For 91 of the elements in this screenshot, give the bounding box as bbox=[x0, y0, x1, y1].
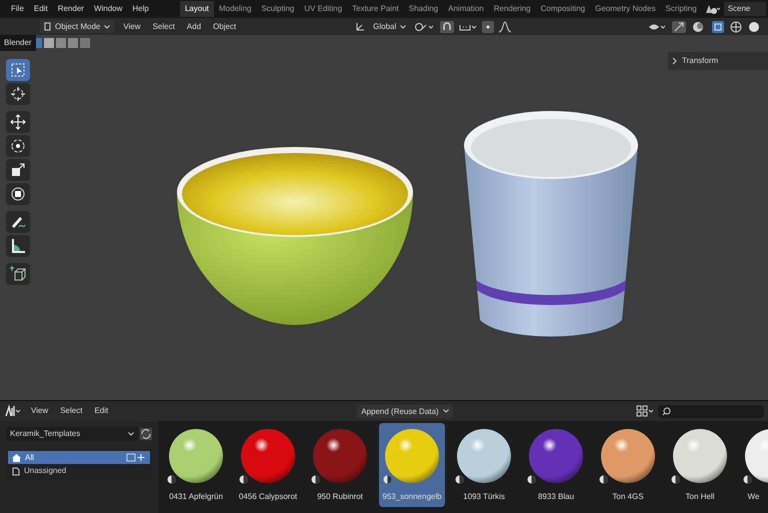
material-icon bbox=[455, 475, 464, 484]
material-icon bbox=[239, 475, 248, 484]
asset-name: 953_sonnengelb bbox=[382, 491, 442, 503]
scale-tool-icon[interactable] bbox=[6, 159, 30, 181]
asset-name: 0456 Calypsorot bbox=[238, 491, 298, 503]
measure-tool-icon[interactable] bbox=[6, 235, 30, 257]
add-cube-tool-icon[interactable] bbox=[6, 263, 30, 285]
home-icon bbox=[12, 454, 21, 462]
import-method-dropdown[interactable]: Append (Reuse Data) bbox=[357, 404, 453, 418]
menu-item[interactable]: Select bbox=[148, 20, 180, 32]
gizmo-icon[interactable] bbox=[672, 20, 686, 32]
magnet-icon[interactable] bbox=[440, 20, 454, 32]
menu-item[interactable]: Select bbox=[55, 405, 88, 417]
menu-item[interactable]: View bbox=[118, 20, 146, 32]
refresh-icon[interactable] bbox=[140, 428, 152, 440]
asset-name: 1093 Türkis bbox=[463, 491, 505, 503]
asset-name: 950 Rubinrot bbox=[317, 491, 363, 503]
solid-shading-icon[interactable] bbox=[748, 20, 760, 32]
annotate-tool-icon[interactable] bbox=[6, 211, 30, 233]
caret-icon bbox=[104, 24, 110, 28]
search-field[interactable] bbox=[658, 404, 764, 418]
catalog-item[interactable]: All bbox=[8, 451, 150, 464]
move-tool-icon[interactable] bbox=[6, 111, 30, 133]
asset-name: 0431 Apfelgrün bbox=[169, 491, 223, 503]
material-icon bbox=[311, 475, 320, 484]
menu-item[interactable]: Edit bbox=[89, 405, 114, 417]
library-dropdown[interactable]: Keramik_Templates bbox=[6, 427, 138, 441]
asset-tile[interactable]: Ton Hell bbox=[667, 423, 733, 507]
workspace-tab[interactable]: Rendering bbox=[488, 1, 536, 17]
workspace-tab[interactable]: Scripting bbox=[660, 1, 702, 17]
axes-icon[interactable] bbox=[355, 22, 366, 32]
asset-name: We bbox=[748, 491, 760, 503]
mode-dropdown[interactable]: Object Mode bbox=[40, 20, 114, 33]
workspace-tab[interactable]: Modeling bbox=[214, 1, 256, 17]
menu-item[interactable]: Window bbox=[88, 3, 128, 15]
asset-tile[interactable]: 1093 Türkis bbox=[451, 423, 517, 507]
workspace-tab[interactable]: Layout bbox=[180, 1, 214, 17]
asset-name: 8933 Blau bbox=[538, 491, 574, 503]
material-icon bbox=[743, 475, 752, 484]
chevron-icon[interactable] bbox=[672, 57, 678, 65]
menu-item[interactable]: View bbox=[26, 405, 54, 417]
asset-tile[interactable]: We bbox=[739, 423, 768, 507]
material-icon bbox=[599, 475, 608, 484]
material-icon bbox=[671, 475, 680, 484]
mode-icon bbox=[44, 22, 51, 31]
add-catalog-icon[interactable] bbox=[126, 453, 146, 462]
caret-icon bbox=[442, 409, 449, 413]
search-icon bbox=[662, 406, 671, 416]
asset-name: Ton Hell bbox=[686, 491, 714, 503]
asset-tile[interactable]: Ton 4GS bbox=[595, 423, 661, 507]
material-icon bbox=[167, 475, 176, 484]
xray-icon[interactable] bbox=[712, 20, 724, 32]
material-icon bbox=[527, 475, 536, 484]
overlay-icon[interactable] bbox=[692, 20, 706, 32]
catalog-item[interactable]: Unassigned bbox=[8, 464, 150, 478]
rotate-tool-icon[interactable] bbox=[6, 135, 30, 157]
material-icon bbox=[383, 475, 392, 484]
wireframe-shading-icon[interactable] bbox=[730, 20, 742, 32]
display-mode-icon[interactable] bbox=[636, 405, 654, 417]
scene-icon[interactable] bbox=[704, 3, 720, 15]
asset-tile[interactable]: 950 Rubinrot bbox=[307, 423, 373, 507]
orientation-dropdown[interactable]: Global bbox=[369, 20, 410, 33]
asset-tile[interactable]: 0431 Apfelgrün bbox=[163, 423, 229, 507]
menu-item[interactable]: Add bbox=[182, 20, 206, 32]
workspace-tab[interactable]: Compositing bbox=[536, 1, 590, 17]
transform-tool-icon[interactable] bbox=[6, 183, 30, 205]
caret-icon bbox=[128, 432, 134, 436]
cursor-tool-icon[interactable] bbox=[6, 83, 30, 105]
workspace-tab[interactable]: UV Editing bbox=[299, 1, 348, 17]
menu-item[interactable]: Render bbox=[52, 3, 89, 15]
menu-item[interactable]: Help bbox=[127, 3, 154, 15]
workspace-tab[interactable]: Texture Paint bbox=[347, 1, 404, 17]
menu-item[interactable]: Object bbox=[208, 20, 242, 32]
workspace-tab[interactable]: Animation bbox=[443, 1, 489, 17]
workspace-tab[interactable]: Geometry Nodes bbox=[590, 1, 661, 17]
menu-item[interactable]: File bbox=[6, 3, 29, 15]
document-icon bbox=[12, 466, 20, 476]
proportional-icon[interactable] bbox=[482, 20, 494, 32]
link-icon[interactable] bbox=[414, 20, 436, 32]
tooltip: Blender bbox=[0, 35, 36, 51]
workspace-tab[interactable]: Shading bbox=[404, 1, 444, 17]
menu-item[interactable]: Edit bbox=[28, 3, 53, 15]
asset-tile[interactable]: 953_sonnengelb bbox=[379, 423, 445, 507]
select-tool-icon[interactable] bbox=[6, 59, 30, 81]
editor-type-icon[interactable] bbox=[4, 405, 22, 417]
asset-name: Ton 4GS bbox=[612, 491, 644, 503]
workspace-tab[interactable]: Sculpting bbox=[256, 1, 300, 17]
scene-field[interactable]: Scene bbox=[724, 2, 766, 16]
asset-tile[interactable]: 8933 Blau bbox=[523, 423, 589, 507]
asset-tile[interactable]: 0456 Calypsorot bbox=[235, 423, 301, 507]
caret-icon bbox=[400, 24, 406, 28]
